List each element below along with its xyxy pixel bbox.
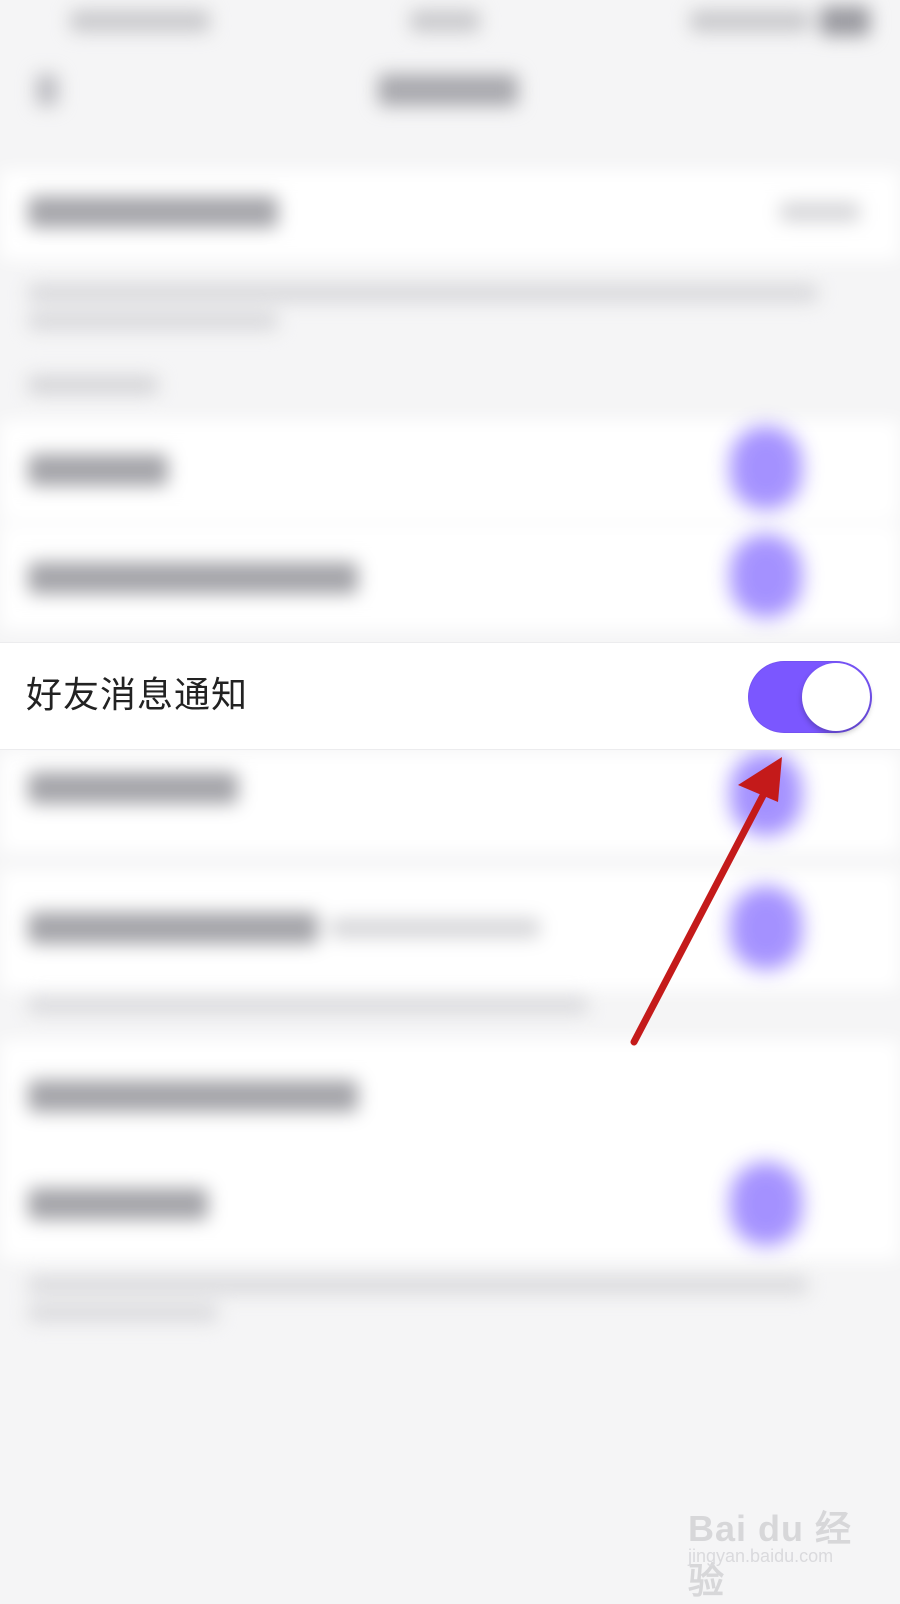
setting-desc-blurred [28,284,818,302]
friend-notification-toggle[interactable] [748,661,872,733]
row-7-desc2 [28,1304,218,1322]
row-6-label [28,1080,358,1112]
toggle-knob [802,663,870,731]
page-title [378,74,518,106]
row-1-label [28,454,168,486]
battery-icon [820,6,870,36]
setting-label: 好友消息通知 [26,675,249,716]
row-7-desc [28,1276,808,1294]
toggle-blurred-4[interactable] [730,752,802,836]
status-bar-time [70,10,210,32]
toggle-blurred-5[interactable] [730,886,802,970]
group-header-blurred [28,376,158,394]
toggle-blurred-1[interactable] [730,426,802,510]
setting-row-friend-notifications[interactable]: 好友消息通知 [0,642,900,750]
row-2-label [28,562,358,594]
setting-value-blurred [780,202,860,222]
baidu-jingyan-watermark: Bai du 经验 jingyan.baidu.com [688,1500,868,1601]
watermark-url: jingyan.baidu.com [688,1546,834,1566]
row-5-label [28,912,318,944]
setting-desc2-blurred [28,312,278,330]
row-7-label [28,1188,208,1220]
row-5-desc [28,996,588,1014]
row-5-sublabel [330,918,540,938]
status-bar-center [410,10,480,32]
signal-icon [690,10,810,32]
row-4-label [28,772,238,804]
back-icon[interactable] [36,74,58,106]
toggle-blurred-7[interactable] [730,1162,802,1246]
setting-title-blurred [28,196,278,228]
toggle-blurred-2[interactable] [730,534,802,618]
